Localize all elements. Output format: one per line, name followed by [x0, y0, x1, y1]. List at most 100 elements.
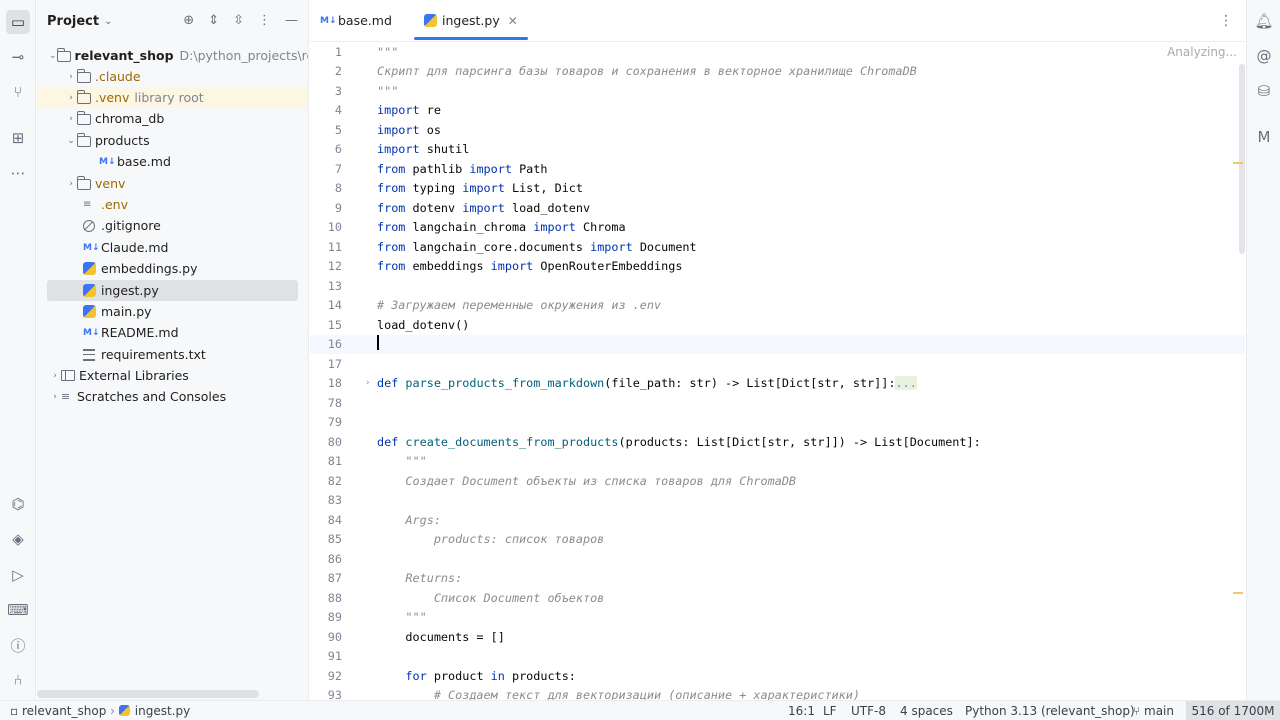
- keyword: from: [377, 161, 406, 176]
- chevron-down-icon[interactable]: ⌄: [65, 136, 77, 146]
- tab-ingest-py[interactable]: ingest.py ✕: [414, 0, 528, 41]
- line-number: 79: [327, 415, 342, 430]
- tab-label: base.md: [338, 13, 392, 28]
- code-editor[interactable]: Analyzing... 1 """ 2 Скрипт для парсинга…: [310, 42, 1245, 700]
- database-icon[interactable]: ⛁: [1253, 80, 1275, 102]
- problems-icon[interactable]: ⓘ: [6, 633, 30, 657]
- tree-item-base-md[interactable]: M↓ base.md: [37, 151, 308, 172]
- chevron-down-icon[interactable]: ⌄: [104, 16, 112, 27]
- tree-item-label: requirements.txt: [101, 347, 206, 362]
- chevron-right-icon[interactable]: ›: [49, 371, 61, 381]
- line-number: 17: [327, 356, 342, 371]
- keyword: def: [377, 376, 399, 391]
- file-encoding[interactable]: UTF-8: [851, 704, 886, 718]
- ai-assistant-icon[interactable]: @: [1253, 45, 1275, 67]
- layers-icon[interactable]: ◈: [6, 527, 30, 551]
- tree-item-venv[interactable]: › venv: [37, 173, 308, 194]
- python-console-icon[interactable]: ⌬: [6, 492, 30, 516]
- code-line: 2 Скрипт для парсинга базы товаров и сох…: [310, 62, 1245, 82]
- terminal-icon[interactable]: ⌨: [6, 598, 30, 622]
- cursor-position[interactable]: 16:1: [788, 704, 815, 718]
- chevron-right-icon[interactable]: ›: [65, 72, 77, 82]
- chevron-right-icon[interactable]: ›: [65, 114, 77, 124]
- chevron-right-icon[interactable]: ›: [65, 93, 77, 103]
- line-number: 14: [327, 298, 342, 313]
- breadcrumb-file[interactable]: ingest.py: [135, 704, 190, 718]
- line-number: 86: [327, 551, 342, 566]
- tree-item-label: Scratches and Consoles: [77, 389, 227, 404]
- chevron-right-icon[interactable]: ›: [49, 392, 61, 402]
- tree-item-external-libraries[interactable]: › External Libraries: [37, 365, 308, 386]
- tab-options-icon[interactable]: ⋮: [1219, 13, 1233, 29]
- tree-item-label: main.py: [101, 304, 152, 319]
- pull-requests-icon[interactable]: ⑂: [6, 80, 30, 104]
- tree-item-ingest-py[interactable]: ingest.py: [47, 280, 298, 301]
- memory-indicator[interactable]: 516 of 1700M: [1186, 701, 1280, 720]
- tree-item-label: chroma_db: [95, 111, 165, 126]
- structure-icon[interactable]: ⊞: [6, 126, 30, 150]
- git-icon[interactable]: ⑃: [6, 668, 30, 692]
- line-number: 89: [327, 610, 342, 625]
- line-separator[interactable]: LF: [823, 704, 837, 718]
- chevron-down-icon[interactable]: ⌄: [49, 51, 57, 61]
- python-file-icon: [83, 284, 96, 297]
- panel-horizontal-scrollbar[interactable]: [37, 690, 259, 698]
- folded-code[interactable]: ...: [895, 376, 917, 391]
- tree-item-scratches[interactable]: › ≡ Scratches and Consoles: [37, 386, 308, 407]
- code-line: 7 from pathlib import Path: [310, 159, 1245, 179]
- git-branch[interactable]: ⑂ main: [1133, 704, 1174, 718]
- tab-base-md[interactable]: M↓ base.md: [310, 0, 402, 41]
- locate-icon[interactable]: ⊕: [183, 13, 194, 28]
- project-folder-icon[interactable]: ▭: [6, 10, 30, 34]
- hide-icon[interactable]: —: [285, 13, 298, 28]
- folder-icon: [77, 175, 91, 190]
- line-number: 92: [327, 668, 342, 683]
- tree-item-env[interactable]: ≡ .env: [37, 194, 308, 215]
- line-text: documents = []: [377, 629, 505, 644]
- services-icon[interactable]: ▷: [6, 563, 30, 587]
- module-name: typing: [405, 181, 463, 196]
- tree-item-readme-md[interactable]: M↓ README.md: [37, 322, 308, 343]
- current-line: 16: [310, 334, 1245, 354]
- tree-item-gitignore[interactable]: .gitignore: [37, 215, 308, 236]
- line-text: shutil: [419, 142, 470, 157]
- keyword: def: [377, 434, 399, 449]
- line-text: OpenRouterEmbeddings: [533, 259, 683, 274]
- line-number: 85: [327, 532, 342, 547]
- folder-icon: [77, 89, 91, 104]
- fold-expand-icon[interactable]: ›: [365, 378, 370, 388]
- commit-icon[interactable]: ⊸: [6, 45, 30, 69]
- tree-item-claude-md[interactable]: M↓ Claude.md: [37, 237, 308, 258]
- tree-item-embeddings-py[interactable]: embeddings.py: [37, 258, 308, 279]
- code-line: 17: [310, 354, 1245, 374]
- close-icon[interactable]: ✕: [508, 14, 518, 28]
- notifications-icon[interactable]: 🔔︎: [1253, 10, 1275, 32]
- more-tools-icon[interactable]: ⋯: [6, 161, 30, 185]
- tree-item-label: .claude: [95, 69, 141, 84]
- tree-item-chroma-db[interactable]: › chroma_db: [37, 108, 308, 129]
- options-icon[interactable]: ⋮: [258, 13, 271, 28]
- tree-item-products[interactable]: ⌄ products: [37, 130, 308, 151]
- tree-item-relevant-shop[interactable]: ⌄ relevant_shop D:\python_projects\relev…: [37, 45, 308, 66]
- collapse-all-icon[interactable]: ⇳: [233, 13, 244, 28]
- line-number: 13: [327, 278, 342, 293]
- python-interpreter[interactable]: Python 3.13 (relevant_shop): [965, 704, 1135, 718]
- tree-item-main-py[interactable]: main.py: [37, 301, 308, 322]
- markdown-icon: M↓: [320, 15, 337, 26]
- panel-title[interactable]: Project: [47, 14, 99, 29]
- line-number: 88: [327, 590, 342, 605]
- code-line: 93 # Создаем текст для векторизации (опи…: [310, 686, 1245, 700]
- breadcrumb[interactable]: ▫ relevant_shop › ingest.py: [10, 704, 190, 718]
- breadcrumb-project[interactable]: relevant_shop: [22, 704, 106, 718]
- tree-item-requirements-txt[interactable]: requirements.txt: [37, 344, 308, 365]
- expand-all-icon[interactable]: ⇕: [208, 13, 219, 28]
- markdown-preview-icon[interactable]: M: [1253, 126, 1275, 148]
- docstring: Создает Document объекты из списка товар…: [377, 473, 797, 488]
- python-file-icon: [83, 305, 96, 318]
- indent-setting[interactable]: 4 spaces: [900, 704, 953, 718]
- chevron-right-icon[interactable]: ›: [65, 179, 77, 189]
- tree-item-claude[interactable]: › .claude: [37, 66, 308, 87]
- tree-item-venv-root[interactable]: › .venv library root: [37, 87, 308, 108]
- code-line: 14 # Загружаем переменные окружения из .…: [310, 296, 1245, 316]
